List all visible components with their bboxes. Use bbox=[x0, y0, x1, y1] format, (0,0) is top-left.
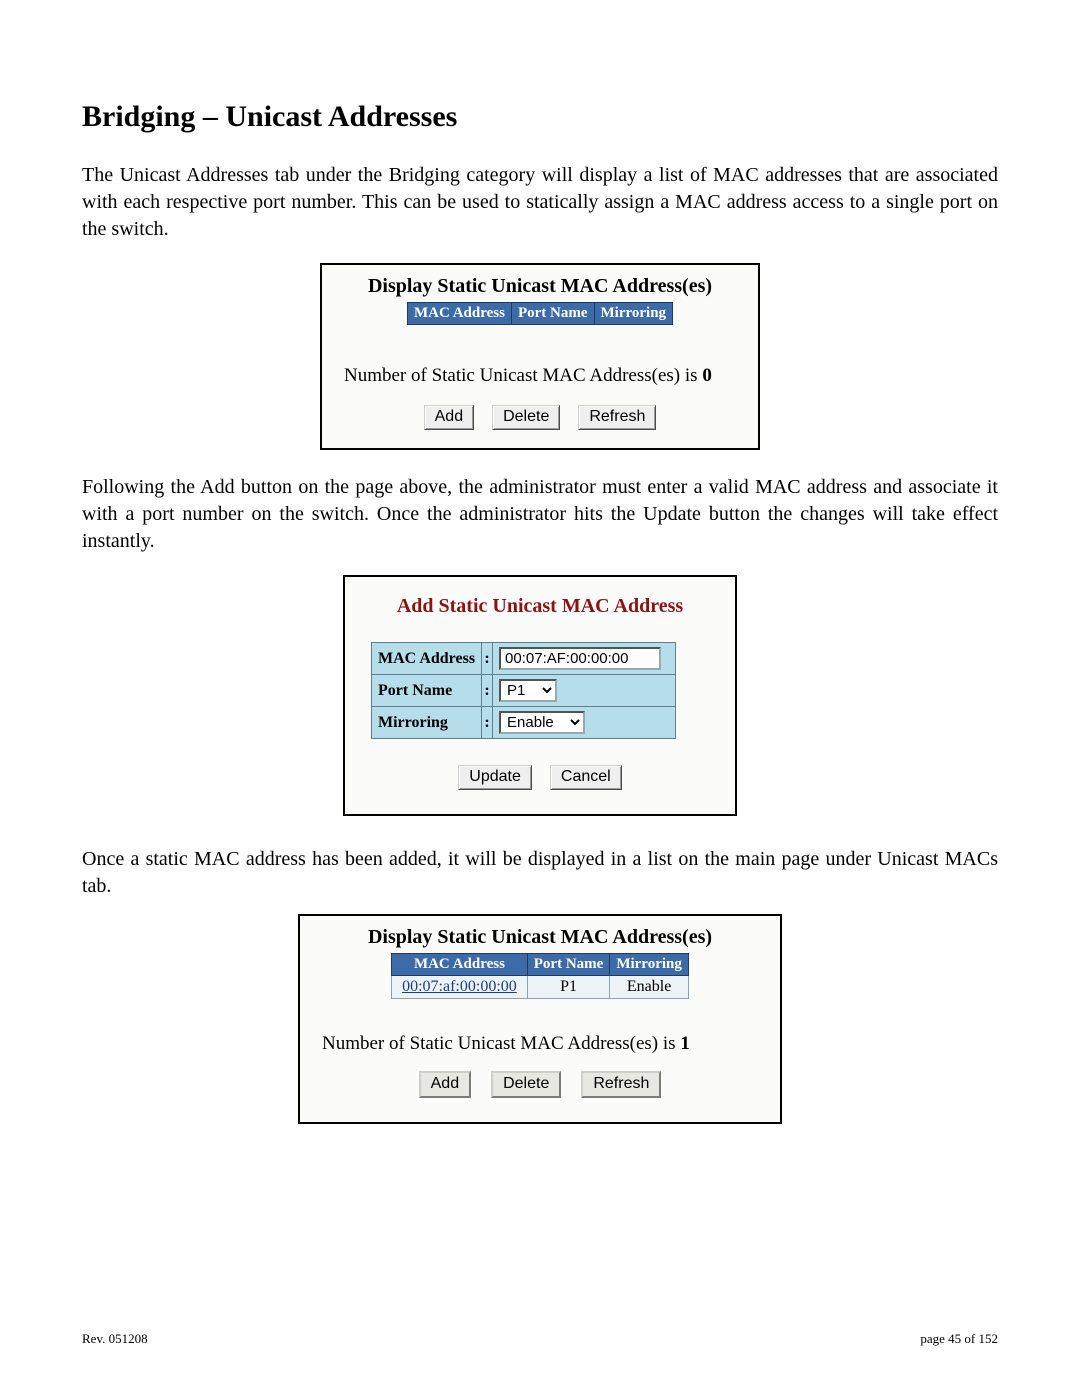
intro-paragraph-3: Once a static MAC address has been added… bbox=[82, 846, 998, 900]
add-button-2[interactable]: Add bbox=[419, 1071, 471, 1098]
panel1-count-prefix: Number of Static Unicast MAC Address(es)… bbox=[344, 365, 702, 386]
page-title: Bridging – Unicast Addresses bbox=[82, 100, 998, 134]
panel1-col-port: Port Name bbox=[511, 303, 594, 325]
mac-link-cell: 00:07:af:00:00:00 bbox=[392, 976, 528, 999]
port-name-select[interactable]: P1 bbox=[499, 679, 557, 702]
add-mac-form-table: MAC Address : Port Name : P1 bbox=[371, 642, 676, 739]
page-footer: Rev. 051208 page 45 of 152 bbox=[82, 1331, 998, 1347]
add-mac-panel: Add Static Unicast MAC Address MAC Addre… bbox=[343, 575, 737, 816]
panel1-count-value: 0 bbox=[702, 365, 712, 386]
update-button[interactable]: Update bbox=[458, 765, 532, 790]
cancel-button[interactable]: Cancel bbox=[550, 765, 622, 790]
panel1-col-mac: MAC Address bbox=[407, 303, 511, 325]
mirroring-cell: Enable bbox=[610, 976, 689, 999]
footer-rev: Rev. 051208 bbox=[82, 1331, 148, 1347]
refresh-button-2[interactable]: Refresh bbox=[581, 1071, 661, 1098]
panel3-count-line: Number of Static Unicast MAC Address(es)… bbox=[314, 1033, 766, 1055]
panel3-count-prefix: Number of Static Unicast MAC Address(es)… bbox=[322, 1033, 680, 1054]
panel1-title: Display Static Unicast MAC Address(es) bbox=[336, 275, 744, 298]
sep-3: : bbox=[482, 707, 493, 739]
intro-paragraph-2: Following the Add button on the page abo… bbox=[82, 474, 998, 555]
panel3-title: Display Static Unicast MAC Address(es) bbox=[314, 926, 766, 949]
intro-paragraph-1: The Unicast Addresses tab under the Brid… bbox=[82, 162, 998, 243]
panel3-table: MAC Address Port Name Mirroring 00:07:af… bbox=[391, 953, 689, 999]
sep-2: : bbox=[482, 675, 493, 707]
footer-page: page 45 of 152 bbox=[920, 1331, 998, 1347]
panel3-col-mirroring: Mirroring bbox=[610, 954, 689, 976]
mac-address-input[interactable] bbox=[499, 647, 661, 670]
mac-address-label: MAC Address bbox=[372, 643, 482, 675]
panel3-col-mac: MAC Address bbox=[392, 954, 528, 976]
table-row: 00:07:af:00:00:00 P1 Enable bbox=[392, 976, 689, 999]
port-name-label: Port Name bbox=[372, 675, 482, 707]
refresh-button[interactable]: Refresh bbox=[578, 405, 656, 430]
panel2-title: Add Static Unicast MAC Address bbox=[371, 595, 709, 618]
display-mac-panel-populated: Display Static Unicast MAC Address(es) M… bbox=[298, 914, 782, 1124]
panel1-count-line: Number of Static Unicast MAC Address(es)… bbox=[336, 365, 744, 387]
mac-link[interactable]: 00:07:af:00:00:00 bbox=[402, 978, 517, 995]
panel1-header-table: MAC Address Port Name Mirroring bbox=[407, 302, 673, 325]
mirroring-label: Mirroring bbox=[372, 707, 482, 739]
delete-button-2[interactable]: Delete bbox=[491, 1071, 561, 1098]
mirroring-select[interactable]: Enable bbox=[499, 711, 585, 734]
add-button[interactable]: Add bbox=[424, 405, 474, 430]
port-cell: P1 bbox=[527, 976, 610, 999]
sep-1: : bbox=[482, 643, 493, 675]
display-mac-panel-empty: Display Static Unicast MAC Address(es) M… bbox=[320, 263, 760, 450]
panel1-col-mirroring: Mirroring bbox=[594, 303, 673, 325]
delete-button[interactable]: Delete bbox=[492, 405, 560, 430]
panel3-count-value: 1 bbox=[680, 1033, 690, 1054]
panel3-col-port: Port Name bbox=[527, 954, 610, 976]
